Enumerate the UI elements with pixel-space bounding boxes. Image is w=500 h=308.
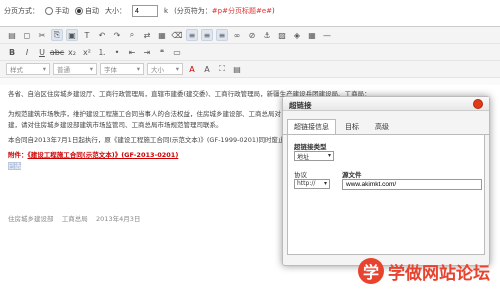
size-label: 大小： bbox=[105, 7, 126, 15]
strike-icon[interactable]: abc bbox=[50, 46, 64, 58]
undo-icon[interactable]: ↶ bbox=[96, 29, 108, 41]
link-icon[interactable]: ∞ bbox=[231, 29, 243, 41]
hr-icon[interactable]: — bbox=[321, 29, 333, 41]
toolbar-row-3: 样式 ▾ 普通 ▾ 字体 ▾ 大小 ▾ A A ⛶ ▤ bbox=[0, 61, 500, 78]
size-unit: k bbox=[164, 7, 169, 15]
maximize-icon[interactable]: ⛶ bbox=[216, 63, 228, 75]
paste-text-icon[interactable]: T bbox=[81, 29, 93, 41]
tab-target[interactable]: 目标 bbox=[338, 119, 366, 134]
bg-color-icon[interactable]: A bbox=[201, 63, 213, 75]
align-left-icon[interactable]: ≡ bbox=[186, 29, 198, 41]
superscript-icon[interactable]: x² bbox=[81, 46, 93, 58]
page-mode-label: 分页方式： bbox=[4, 7, 39, 15]
unlink-icon[interactable]: ⊘ bbox=[246, 29, 258, 41]
manual-option[interactable]: 手动 bbox=[45, 6, 69, 16]
table-icon[interactable]: ▦ bbox=[306, 29, 318, 41]
ordered-list-icon[interactable]: ⒈ bbox=[96, 46, 108, 58]
anchor-icon[interactable]: ⚓ bbox=[261, 29, 273, 41]
dialog-tabs: 超链接信息 目标 高级 bbox=[283, 111, 489, 135]
indent-icon[interactable]: ⇥ bbox=[141, 46, 153, 58]
redo-icon[interactable]: ↷ bbox=[111, 29, 123, 41]
dialog-body: 超链接类型 地址 ▾ 协议 http://▾ 源文件 bbox=[287, 135, 485, 255]
protocol-label: 协议 bbox=[294, 171, 307, 179]
url-label: 源文件 bbox=[342, 171, 362, 179]
tab-link-info[interactable]: 超链接信息 bbox=[287, 119, 336, 134]
url-input[interactable] bbox=[342, 179, 482, 190]
div-icon[interactable]: ▭ bbox=[171, 46, 183, 58]
image-icon[interactable]: ▨ bbox=[276, 29, 288, 41]
source-icon[interactable]: ▤ bbox=[6, 29, 18, 41]
subscript-icon[interactable]: x₂ bbox=[66, 46, 78, 58]
copy-icon[interactable]: ⎘ bbox=[51, 29, 63, 41]
select-all-icon[interactable]: ▦ bbox=[156, 29, 168, 41]
manual-radio-icon[interactable] bbox=[45, 7, 53, 15]
hyperlink-dialog: 超链接 超链接信息 目标 高级 超链接类型 地址 ▾ 协议 http://▾ 源文… bbox=[282, 96, 490, 266]
align-right-icon[interactable]: ≡ bbox=[216, 29, 228, 41]
toolbar-row-2: B I U abc x₂ x² ⒈ • ⇤ ⇥ ❝ ▭ bbox=[0, 44, 500, 61]
size-select[interactable]: 大小 ▾ bbox=[147, 63, 183, 75]
pagination-bar: 分页方式： 手动 自动 大小： k (分页符为：#p#分页标题#e#) bbox=[0, 0, 500, 22]
paste-icon[interactable]: ▣ bbox=[66, 29, 78, 41]
text-color-icon[interactable]: A bbox=[186, 63, 198, 75]
underline-icon[interactable]: U bbox=[36, 46, 48, 58]
protocol-select[interactable]: http://▾ bbox=[294, 179, 330, 189]
format-select[interactable]: 普通 ▾ bbox=[53, 63, 97, 75]
replace-icon[interactable]: ⇄ bbox=[141, 29, 153, 41]
bullet-list-icon[interactable]: • bbox=[111, 46, 123, 58]
site-logo: 学 bbox=[358, 258, 384, 284]
close-icon[interactable] bbox=[473, 99, 483, 109]
preview-icon[interactable]: ◻ bbox=[21, 29, 33, 41]
link-type-select[interactable]: 地址 ▾ bbox=[294, 151, 334, 161]
dialog-title[interactable]: 超链接 bbox=[283, 97, 489, 111]
auto-option[interactable]: 自动 bbox=[75, 6, 99, 16]
show-blocks-icon[interactable]: ▤ bbox=[231, 63, 243, 75]
font-select[interactable]: 字体 ▾ bbox=[100, 63, 144, 75]
page-break-hint: (分页符为：#p#分页标题#e#) bbox=[174, 7, 275, 15]
italic-icon[interactable]: I bbox=[21, 46, 33, 58]
toolbar-row-1: ▤ ◻ ✂ ⎘ ▣ T ↶ ↷ ⌕ ⇄ ▦ ⌫ ≡ ≡ ≡ ∞ ⊘ ⚓ ▨ ◈ … bbox=[0, 27, 500, 44]
align-center-icon[interactable]: ≡ bbox=[201, 29, 213, 41]
style-select[interactable]: 样式 ▾ bbox=[6, 63, 50, 75]
watermark-text: 学做网站论坛 bbox=[388, 263, 490, 284]
auto-radio-icon[interactable] bbox=[75, 7, 83, 15]
bold-icon[interactable]: B bbox=[6, 46, 18, 58]
find-icon[interactable]: ⌕ bbox=[126, 29, 138, 41]
attachment-link[interactable]: 《建设工程施工合同(示范文本)》(GF-2013-0201) bbox=[28, 151, 179, 159]
remove-format-icon[interactable]: ⌫ bbox=[171, 29, 183, 41]
site-watermark: 学 学做网站论坛 bbox=[358, 258, 490, 284]
link-type-label: 超链接类型 bbox=[294, 143, 327, 151]
outdent-icon[interactable]: ⇤ bbox=[126, 46, 138, 58]
page-size-input[interactable] bbox=[132, 5, 158, 17]
tab-advanced[interactable]: 高级 bbox=[368, 119, 396, 134]
flash-icon[interactable]: ◈ bbox=[291, 29, 303, 41]
quote-icon[interactable]: ❝ bbox=[156, 46, 168, 58]
cut-icon[interactable]: ✂ bbox=[36, 29, 48, 41]
